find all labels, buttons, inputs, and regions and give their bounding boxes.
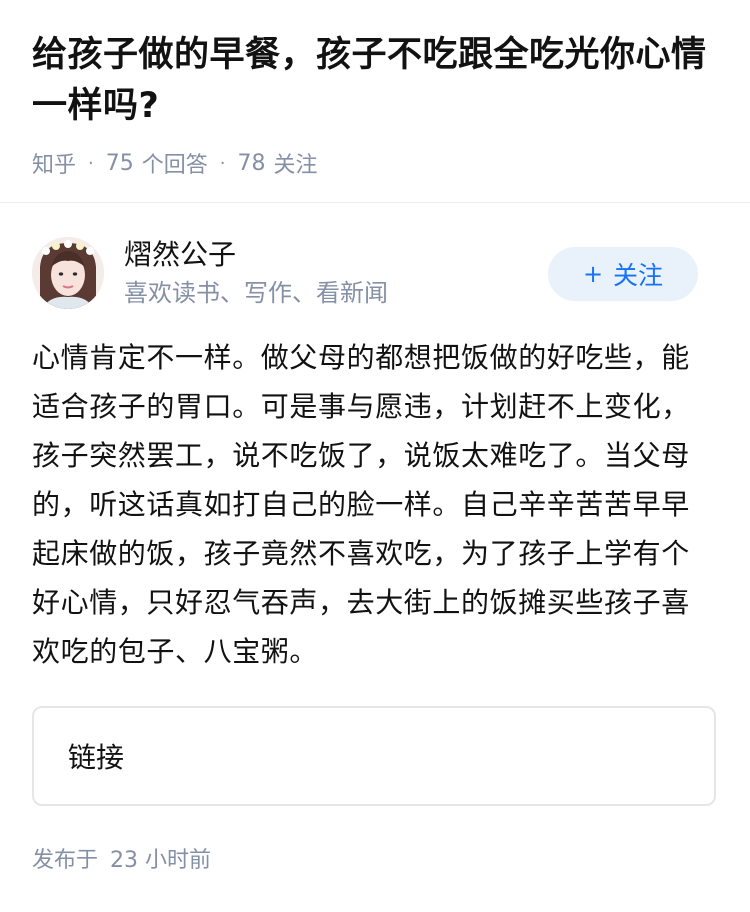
publish-prefix: 发布于 [32, 848, 99, 873]
plus-icon: + [582, 260, 604, 288]
avatar[interactable] [32, 237, 104, 309]
publish-time: 23 小时前 [110, 848, 212, 873]
avatar-image [32, 237, 104, 309]
answer-count: 75 [105, 150, 134, 176]
answer-count-label[interactable]: 个回答 [142, 147, 208, 179]
question-header: 给孩子做的早餐，孩子不吃跟全吃光你心情一样吗? 知乎 · 75 个回答 · 78… [0, 0, 750, 180]
author-name[interactable]: 熠然公子 [124, 237, 236, 273]
follow-count-label[interactable]: 关注 [274, 147, 318, 179]
follow-button[interactable]: + 关注 [548, 247, 698, 301]
author-bio: 喜欢读书、写作、看新闻 [124, 279, 388, 307]
answer-body: 心情肯定不一样。做父母的都想把饭做的好吃些，能适合孩子的胃口。可是事与愿违，计划… [32, 341, 690, 668]
publish-info: 发布于 23 小时前 [32, 842, 211, 874]
divider [0, 202, 750, 203]
follow-count: 78 [237, 150, 266, 176]
author-row: 熠然公子 喜欢读书、写作、看新闻 + 关注 [0, 237, 750, 345]
separator-dot: · [219, 152, 226, 174]
separator-dot: · [88, 152, 94, 174]
question-title[interactable]: 给孩子做的早餐，孩子不吃跟全吃光你心情一样吗? [32, 30, 718, 132]
question-meta: 知乎 · 75 个回答 · 78 关注 [32, 146, 718, 180]
follow-button-label: 关注 [613, 261, 664, 290]
source-label[interactable]: 知乎 [32, 147, 76, 179]
link-card[interactable]: 链接 [32, 706, 716, 806]
link-card-label: 链接 [68, 741, 125, 774]
